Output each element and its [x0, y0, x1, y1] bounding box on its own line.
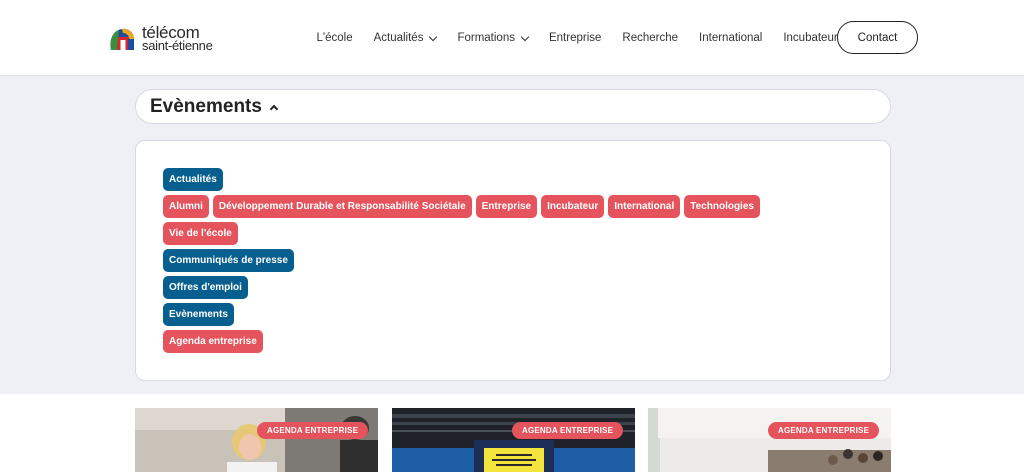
tag-row: Offres d'emploi: [163, 276, 252, 299]
nav-item-incubateur[interactable]: Incubateur: [783, 32, 837, 44]
event-card[interactable]: AGENDA ENTREPRISE: [392, 408, 635, 472]
nav-item-label: Recherche: [622, 32, 679, 44]
tag-entreprise[interactable]: Entreprise: [475, 195, 538, 218]
nav-item-label: Entreprise: [548, 32, 602, 44]
tag-offres-demploi[interactable]: Offres d'emploi: [163, 276, 248, 299]
section-title: Evènements: [150, 95, 262, 117]
nav-item-lecole[interactable]: L'école: [317, 32, 353, 44]
forum-stage-photo: [392, 408, 635, 472]
tag-row: Agenda entreprise: [163, 330, 267, 353]
card-category-badge: AGENDA ENTREPRISE: [512, 422, 624, 439]
nav-item-entreprise[interactable]: Entreprise: [549, 32, 601, 44]
tag-alumni[interactable]: Alumni: [163, 195, 209, 218]
telecom-logo[interactable]: télécom saint-étienne: [108, 24, 223, 54]
event-card[interactable]: AGENDA ENTREPRISE: [648, 408, 891, 472]
contact-button[interactable]: Contact: [837, 21, 918, 54]
tag-vie-de-lecole[interactable]: Vie de l'école: [163, 222, 238, 245]
section-toggle[interactable]: Evènements: [135, 89, 891, 124]
logo-text-line2: saint-étienne: [142, 38, 213, 53]
nav-item-label: Incubateur: [783, 32, 838, 44]
chevron-down-icon: [429, 32, 438, 41]
tag-developpement-durable[interactable]: Développement Durable et Responsabilité …: [212, 195, 472, 218]
logo-mark-icon: [110, 28, 134, 50]
tag-actualites[interactable]: Actualités: [163, 168, 223, 191]
tag-row: Actualités: [163, 168, 227, 191]
tag-row: Communiqués de presse: [163, 249, 298, 272]
chevron-down-icon: [520, 32, 530, 41]
chevron-up-icon: [269, 104, 279, 113]
nav-item-formations[interactable]: Formations: [457, 32, 530, 44]
tag-row: Vie de l'école: [163, 222, 242, 245]
tag-incubateur[interactable]: Incubateur: [541, 195, 605, 218]
tag-row: Alumni Développement Durable et Responsa…: [163, 195, 764, 218]
person-at-table-photo: [135, 408, 378, 472]
nav-item-label: International: [699, 32, 763, 44]
tag-agenda-entreprise[interactable]: Agenda entreprise: [163, 330, 263, 353]
tag-technologies[interactable]: Technologies: [684, 195, 760, 218]
tag-international[interactable]: International: [608, 195, 681, 218]
nav-item-international[interactable]: International: [699, 32, 762, 44]
card-category-badge: AGENDA ENTREPRISE: [257, 422, 369, 439]
site-header: télécom saint-étienne L'école Actualités…: [0, 0, 1024, 76]
card-category-badge: AGENDA ENTREPRISE: [768, 422, 880, 439]
tag-row: Evènements: [163, 303, 238, 326]
main-nav: L'école Actualités Formations Entreprise…: [306, 28, 848, 48]
event-card[interactable]: AGENDA ENTREPRISE: [135, 408, 378, 472]
nav-item-actualites[interactable]: Actualités: [373, 32, 438, 44]
tag-evenements[interactable]: Evènements: [163, 303, 234, 326]
tag-communiques-de-presse[interactable]: Communiqués de presse: [163, 249, 294, 272]
nav-item-label: Formations: [457, 32, 515, 44]
lecture-hall-photo: [648, 408, 891, 472]
nav-item-recherche[interactable]: Recherche: [622, 32, 678, 44]
nav-item-label: Actualités: [373, 32, 424, 44]
nav-item-label: L'école: [316, 32, 353, 44]
category-filter-panel: Actualités Alumni Développement Durable …: [135, 140, 891, 381]
